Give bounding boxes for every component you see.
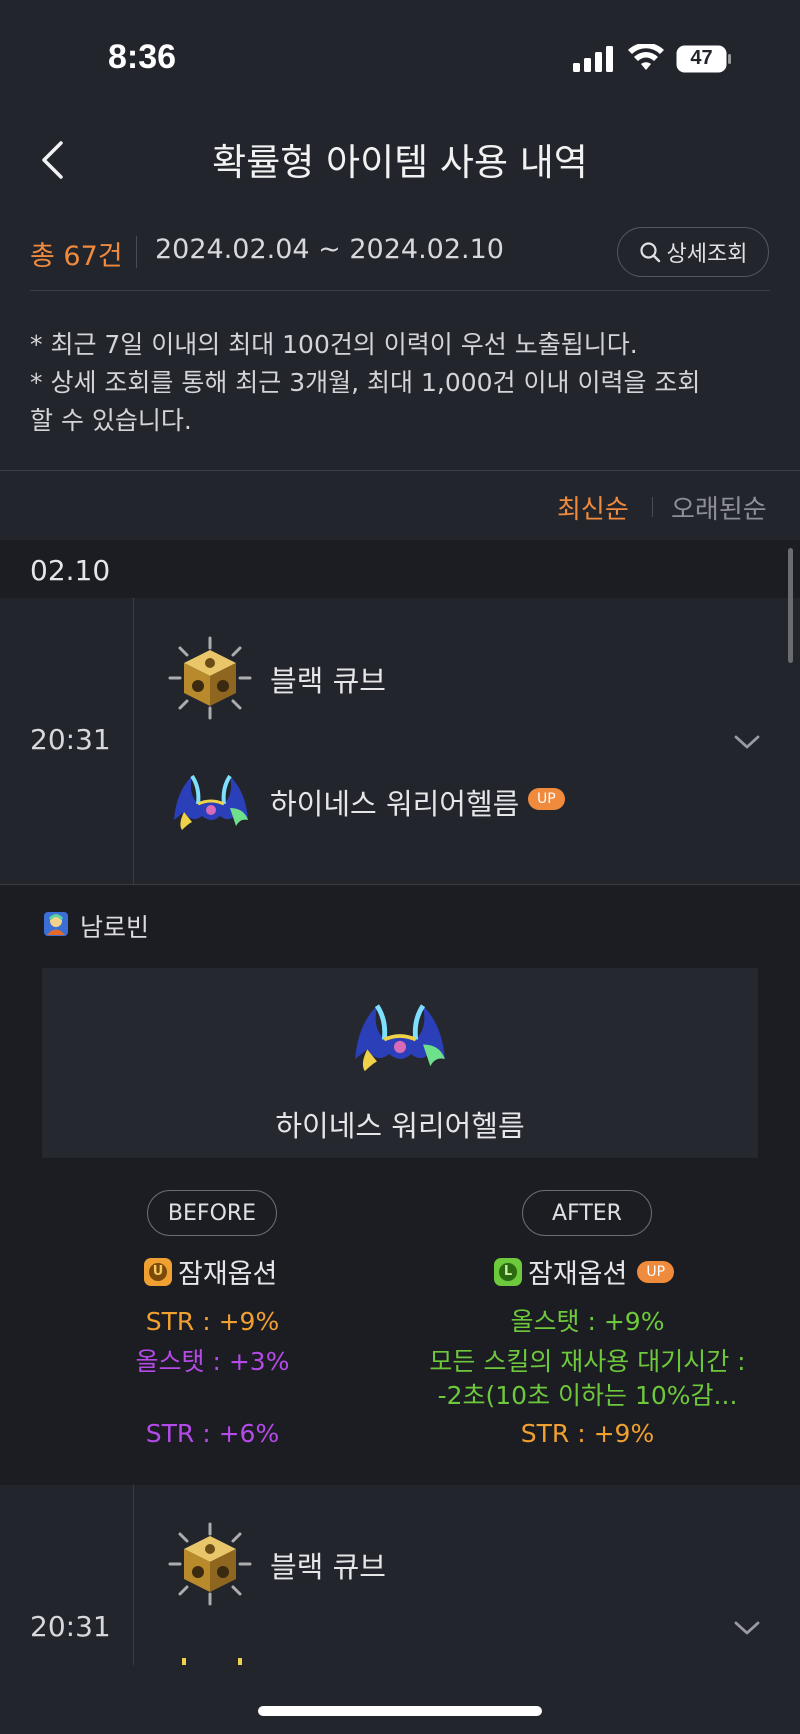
divider bbox=[0, 470, 800, 471]
up-badge: UP bbox=[528, 788, 565, 810]
character-name: 남로빈 bbox=[80, 913, 150, 942]
after-option: 올스탯 : +9% bbox=[510, 1307, 665, 1336]
potential-title: 잠재옵션 bbox=[528, 1259, 628, 1290]
cube-name: 블랙 큐브 bbox=[270, 664, 386, 698]
up-badge-wrap: UP bbox=[528, 788, 565, 810]
before-potential-title: U 잠재옵션 bbox=[144, 1252, 277, 1291]
history-entry[interactable] bbox=[0, 1485, 800, 1665]
partial-item-icon bbox=[182, 1658, 186, 1665]
sort-oldest[interactable]: 오래된순 bbox=[671, 489, 767, 526]
after-potential-title: L 잠재옵션 UP bbox=[494, 1252, 675, 1291]
before-option: STR : +6% bbox=[145, 1419, 280, 1448]
helmet-icon bbox=[174, 774, 248, 830]
divider bbox=[133, 1485, 134, 1665]
battery-level: 47 bbox=[690, 47, 713, 69]
after-option: -2초(10초 이하는 10%감... bbox=[437, 1381, 738, 1410]
after-label: AFTER bbox=[522, 1190, 652, 1236]
date-group-header bbox=[0, 540, 800, 598]
notice-line: 할 수 있습니다. bbox=[30, 406, 192, 435]
entry-time: 20:31 bbox=[30, 723, 111, 756]
total-count: 총 67건 bbox=[30, 241, 123, 272]
divider bbox=[30, 290, 770, 291]
sort-newest[interactable]: 최신순 bbox=[557, 489, 629, 526]
divider bbox=[133, 598, 134, 884]
chevron-down-icon[interactable] bbox=[732, 1618, 762, 1638]
grade-letter: U bbox=[149, 1262, 167, 1281]
date-range: 2024.02.04 ~ 2024.02.10 bbox=[155, 234, 504, 265]
history-entry[interactable] bbox=[0, 598, 800, 884]
item-name: 하이네스 워리어헬름 bbox=[270, 787, 520, 821]
cube-name: 블랙 큐브 bbox=[270, 1550, 386, 1584]
before-label: BEFORE bbox=[147, 1190, 277, 1236]
detail-search-button[interactable]: 상세조회 bbox=[617, 227, 769, 277]
up-badge: UP bbox=[637, 1260, 675, 1283]
black-cube-icon bbox=[168, 1522, 252, 1606]
divider bbox=[136, 236, 137, 268]
battery-icon: 47 bbox=[676, 45, 732, 73]
before-option: STR : +9% bbox=[145, 1307, 280, 1336]
character-avatar-icon bbox=[44, 912, 68, 936]
after-option: 모든 스킬의 재사용 대기시간 : bbox=[429, 1347, 746, 1376]
potential-title: 잠재옵션 bbox=[178, 1259, 278, 1290]
grade-letter: L bbox=[499, 1262, 517, 1281]
helmet-icon bbox=[355, 1004, 445, 1072]
partial-item-icon bbox=[238, 1658, 242, 1665]
unique-grade-icon: U bbox=[144, 1257, 172, 1286]
wifi-icon bbox=[628, 44, 664, 70]
divider bbox=[652, 497, 653, 517]
chevron-down-icon[interactable] bbox=[732, 732, 762, 752]
status-time: 8:36 bbox=[108, 38, 177, 76]
detail-search-label: 상세조회 bbox=[666, 242, 748, 267]
black-cube-icon bbox=[168, 636, 252, 720]
before-option: 올스탯 : +3% bbox=[135, 1347, 290, 1376]
entry-time: 20:31 bbox=[30, 1610, 111, 1643]
date-group-label: 02.10 bbox=[30, 554, 111, 587]
card-item-name: 하이네스 워리어헬름 bbox=[275, 1109, 525, 1143]
legendary-grade-icon: L bbox=[494, 1257, 522, 1286]
after-option: STR : +9% bbox=[520, 1419, 655, 1448]
notice-line: * 최근 7일 이내의 최대 100건의 이력이 우선 노출됩니다. bbox=[30, 330, 638, 359]
search-icon bbox=[639, 242, 660, 263]
notice-line: * 상세 조회를 통해 최근 3개월, 최대 1,000건 이내 이력을 조회 bbox=[30, 368, 701, 397]
page-title: 확률형 아이템 사용 내역 bbox=[212, 141, 588, 184]
cellular-signal-icon bbox=[573, 46, 613, 72]
home-indicator[interactable] bbox=[258, 1706, 542, 1716]
